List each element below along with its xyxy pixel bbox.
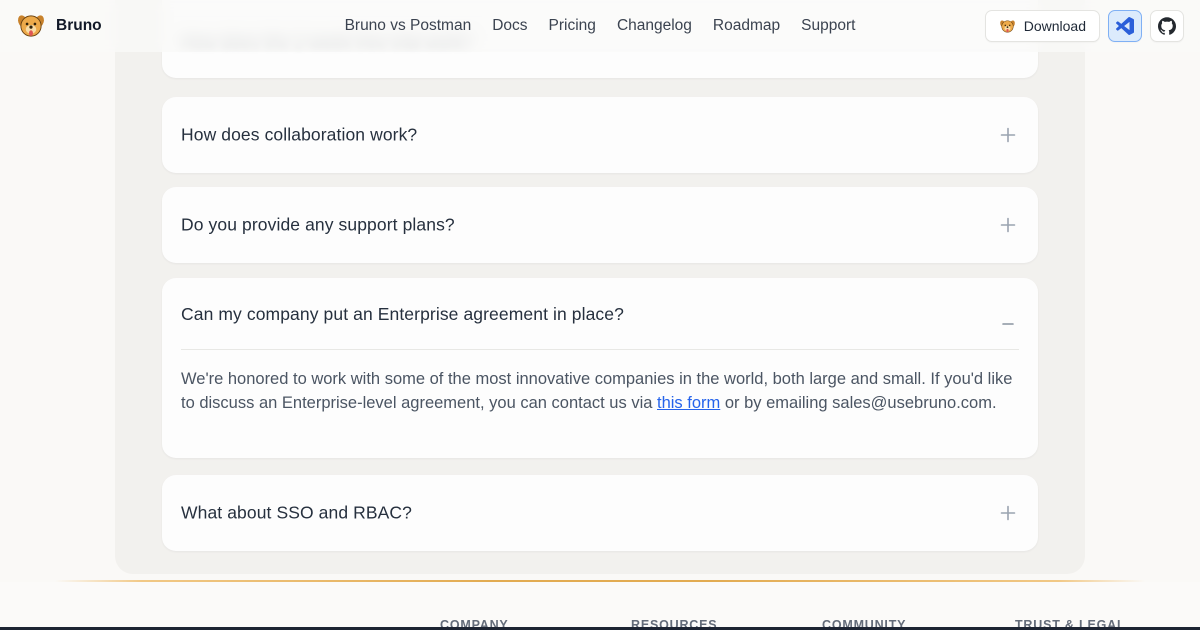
plus-icon[interactable] <box>998 503 1018 523</box>
vscode-button[interactable] <box>1108 10 1142 42</box>
faq-card-enterprise-expanded[interactable]: Can my company put an Enterprise agreeme… <box>162 278 1038 458</box>
vscode-icon <box>1116 17 1134 35</box>
download-button[interactable]: Download <box>985 10 1100 42</box>
top-navbar: Bruno Bruno vs Postman Docs Pricing Chan… <box>0 0 1200 52</box>
faq-question: Do you provide any support plans? <box>181 215 974 236</box>
faq-question: What about SSO and RBAC? <box>181 503 974 524</box>
card-divider <box>181 349 1019 350</box>
brand-name: Bruno <box>56 17 102 35</box>
faq-card-collaboration[interactable]: How does collaboration work? <box>162 97 1038 173</box>
github-icon <box>1158 17 1176 35</box>
faq-answer: We're honored to work with some of the m… <box>181 367 1014 415</box>
nav-link-bruno-vs-postman[interactable]: Bruno vs Postman <box>345 17 472 35</box>
faq-question: Can my company put an Enterprise agreeme… <box>181 304 974 325</box>
plus-icon[interactable] <box>998 125 1018 145</box>
navbar-actions: Download <box>985 0 1184 52</box>
brand-logo[interactable]: Bruno <box>16 0 102 52</box>
nav-link-changelog[interactable]: Changelog <box>617 17 692 35</box>
plus-icon[interactable] <box>998 215 1018 235</box>
footer: COMPANY RESOURCES COMMUNITY TRUST & LEGA… <box>0 582 1200 630</box>
minus-icon[interactable] <box>998 314 1018 334</box>
faq-card-support-plans[interactable]: Do you provide any support plans? <box>162 187 1038 263</box>
answer-text: or by emailing sales@usebruno.com. <box>720 394 996 412</box>
github-button[interactable] <box>1150 10 1184 42</box>
download-label: Download <box>1024 18 1086 34</box>
pricing-faq-page: How does the 2-week free trial work? How… <box>0 0 1200 630</box>
faq-card-sso-rbac[interactable]: What about SSO and RBAC? <box>162 475 1038 551</box>
nav-link-docs[interactable]: Docs <box>492 17 527 35</box>
main-nav: Bruno vs Postman Docs Pricing Changelog … <box>345 0 856 52</box>
nav-link-pricing[interactable]: Pricing <box>549 17 596 35</box>
nav-link-support[interactable]: Support <box>801 17 855 35</box>
dog-face-icon <box>16 11 46 41</box>
faq-question: How does collaboration work? <box>181 125 974 146</box>
nav-link-roadmap[interactable]: Roadmap <box>713 17 780 35</box>
this-form-link[interactable]: this form <box>657 394 720 412</box>
dog-face-icon <box>999 18 1016 35</box>
